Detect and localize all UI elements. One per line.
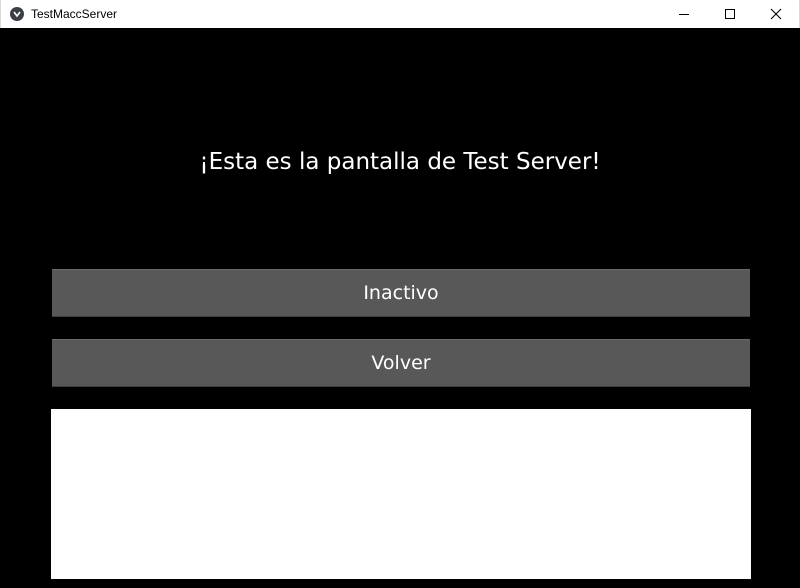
- window-controls: [661, 0, 799, 28]
- screen-content: ¡Esta es la pantalla de Test Server! Ina…: [0, 28, 800, 588]
- app-icon: [10, 7, 24, 21]
- maximize-button[interactable]: [707, 0, 753, 28]
- minimize-icon: [679, 14, 689, 15]
- inactivo-button[interactable]: Inactivo: [52, 269, 750, 317]
- minimize-button[interactable]: [661, 0, 707, 28]
- maximize-icon: [725, 9, 735, 19]
- screen-heading: ¡Esta es la pantalla de Test Server!: [199, 149, 601, 175]
- app-window: TestMaccServer ¡Esta es la pantalla de T…: [0, 0, 800, 588]
- close-icon: [770, 8, 782, 20]
- window-title: TestMaccServer: [31, 7, 118, 21]
- log-text-area[interactable]: [51, 409, 751, 579]
- volver-button[interactable]: Volver: [52, 339, 750, 387]
- title-bar[interactable]: TestMaccServer: [0, 0, 800, 28]
- close-button[interactable]: [753, 0, 799, 28]
